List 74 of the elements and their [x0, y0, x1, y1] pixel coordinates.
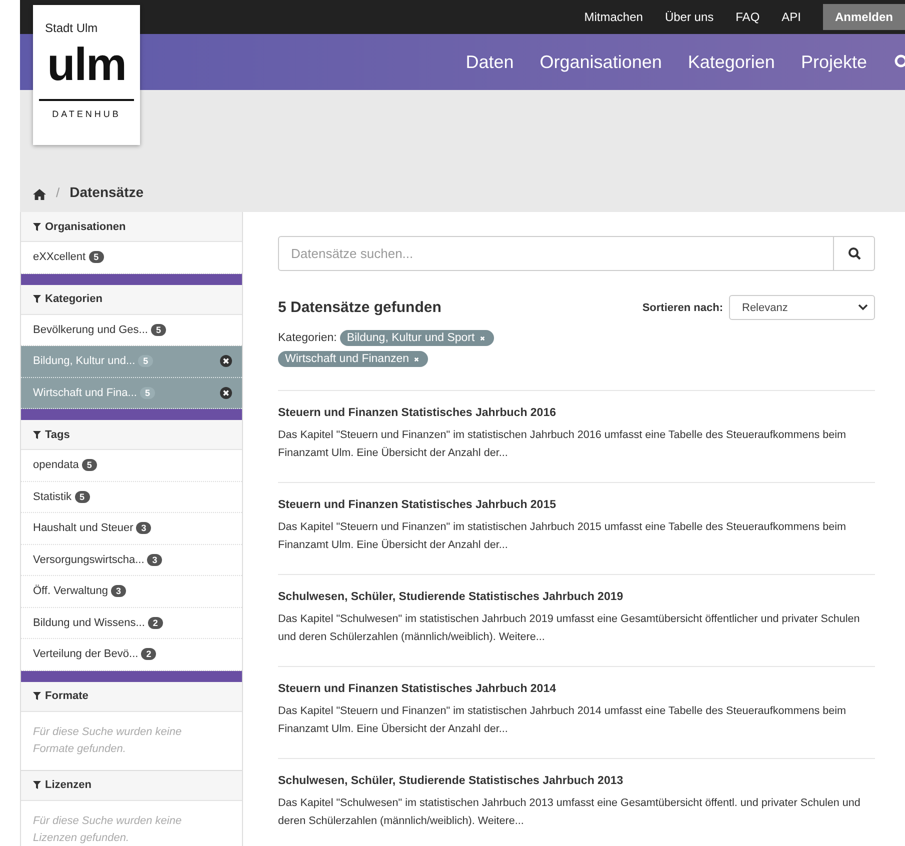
count-badge: 3	[136, 522, 152, 534]
search-icon	[848, 247, 860, 260]
chevron-down-icon	[858, 304, 868, 311]
nav-link[interactable]: Organisationen	[540, 52, 662, 72]
count-badge: 5	[88, 251, 104, 264]
dataset-description: Das Kapitel "Steuern und Finanzen" im statistischen Jahrbuch 2016 umfasst eine Tabelle des Steueraufkommens beim Finanzamt Ulm. Eine Übersicht der Anzahl der...	[278, 428, 848, 461]
facet-label: Haushalt und Steuer	[33, 522, 134, 534]
logo[interactable]: Stadt Ulm ulm DATENHUB	[33, 5, 140, 145]
facet-title: Kategorien	[45, 293, 102, 305]
empty-message: Für diese Suche wurden keine Lizenzen gefunden.	[21, 800, 242, 846]
facet-label: Statistik	[33, 490, 72, 503]
breadcrumb-link[interactable]: Datensätze	[70, 184, 144, 200]
filter-label: Kategorien:	[278, 332, 337, 344]
search-field[interactable]: Datensätze suchen...	[278, 236, 834, 271]
filter-icon	[33, 222, 41, 230]
home-icon[interactable]	[33, 189, 46, 200]
filter-icon	[33, 295, 41, 303]
facet-label: Verteilung der Bevö...	[33, 648, 138, 660]
search-icon[interactable]	[893, 54, 905, 70]
top-link[interactable]: FAQ	[736, 10, 760, 24]
dataset-title[interactable]: Schulwesen, Schüler, Studierende Statistisches Jahrbuch 2013	[278, 775, 875, 787]
facet-label: opendata	[33, 459, 79, 472]
facet-title: Lizenzen	[45, 779, 92, 792]
nav-link[interactable]: Kategorien	[688, 52, 775, 72]
facet-title: Formate	[45, 690, 88, 702]
facet-label: Wirtschaft und Fina...	[33, 386, 137, 399]
top-link[interactable]: Über uns	[664, 10, 714, 24]
count-badge: 5	[150, 324, 166, 336]
facet-label: Bildung und Wissens...	[33, 616, 145, 629]
filter-icon	[33, 692, 41, 700]
facet-item[interactable]: Statistik 5	[21, 482, 242, 513]
result-count: 5 Datensätze gefunden	[278, 299, 442, 316]
facet-item[interactable]: Bevölkerung und Ges... 5	[21, 314, 242, 346]
nav-link[interactable]: Daten	[466, 52, 514, 72]
facet-item[interactable]: Bildung und Wissens... 2	[21, 608, 242, 639]
filter-icon	[33, 430, 41, 438]
logo-city: Stadt Ulm	[45, 21, 98, 35]
login-button[interactable]: Anmelden	[823, 4, 905, 30]
dataset-title[interactable]: Steuern und Finanzen Statistisches Jahrbuch 2016	[278, 407, 875, 419]
facet-title: Tags	[45, 428, 70, 440]
dataset-title[interactable]: Steuern und Finanzen Statistisches Jahrbuch 2015	[278, 499, 875, 511]
dataset-title[interactable]: Schulwesen, Schüler, Studierende Statistisches Jahrbuch 2019	[278, 591, 875, 603]
dataset-title[interactable]: Steuern und Finanzen Statistisches Jahrbuch 2014	[278, 683, 875, 695]
facet-label: eXXcellent	[33, 251, 86, 264]
count-badge: 3	[147, 554, 162, 566]
count-badge: 3	[111, 585, 126, 598]
facet-label: Versorgungswirtscha...	[33, 554, 144, 566]
top-link[interactable]: API	[782, 10, 801, 24]
count-badge: 5	[138, 355, 154, 368]
remove-icon[interactable]	[220, 386, 232, 399]
remove-icon[interactable]	[220, 355, 232, 368]
facet-label: Bildung, Kultur und...	[33, 355, 136, 368]
nav-link[interactable]: Projekte	[800, 52, 867, 72]
count-badge: 2	[141, 648, 156, 660]
sort-select[interactable]: Relevanz	[729, 295, 875, 320]
count-badge: 2	[148, 616, 163, 629]
facet-item[interactable]: Versorgungswirtscha... 3	[21, 544, 242, 576]
search-button[interactable]	[834, 236, 875, 271]
dataset-description: Das Kapitel "Schulwesen" im statistischen Jahrbuch 2019 umfasst eine Gesamtübersicht öffentlicher und privater Schulen und deren Schülerzahlen (männlich/weiblich). Weitere...	[278, 612, 861, 645]
count-badge: 5	[82, 459, 97, 472]
filter-icon	[33, 781, 41, 790]
facet-label: Bevölkerung und Ges...	[33, 324, 148, 336]
facet-label: Öff. Verwaltung	[33, 585, 108, 598]
count-badge: 5	[140, 386, 155, 399]
count-badge: 5	[74, 490, 90, 503]
dataset-description: Das Kapitel "Steuern und Finanzen" im statistischen Jahrbuch 2014 umfasst eine Tabelle des Steueraufkommens beim Finanzamt Ulm. Eine Übersicht der Anzahl der...	[278, 704, 848, 737]
facet-title: Organisationen	[45, 220, 126, 232]
sort-label: Sortieren nach:	[642, 302, 723, 314]
dataset-description: Das Kapitel "Steuern und Finanzen" im statistischen Jahrbuch 2015 umfasst eine Tabelle des Steueraufkommens beim Finanzamt Ulm. Eine Übersicht der Anzahl der...	[278, 520, 848, 553]
dataset-description: Das Kapitel "Schulwesen" im statistischen Jahrbuch 2013 umfasst eine Gesamtübersicht öffentl. und privater Schulen und deren Schülerzahlen (männlich/weiblich). Weitere...	[278, 796, 862, 829]
top-link[interactable]: Mitmachen	[584, 10, 643, 24]
breadcrumb-separator: /	[56, 185, 60, 200]
logo-mark: ulm	[47, 41, 126, 87]
logo-subtitle: DATENHUB	[52, 109, 121, 119]
